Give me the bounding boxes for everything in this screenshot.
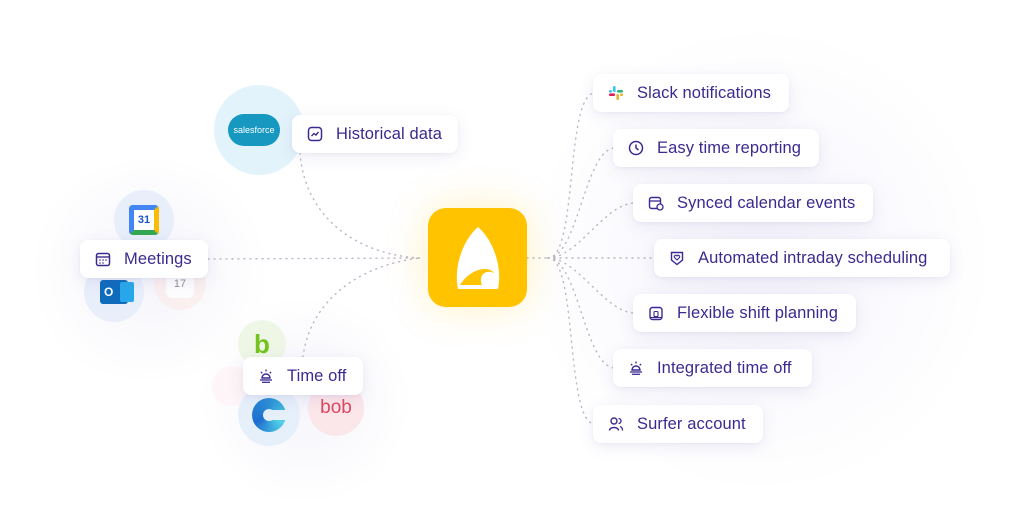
connector-right-2: [547, 147, 616, 259]
shield-heart-icon: [668, 249, 686, 267]
google-calendar-date: 31: [137, 214, 151, 226]
node-label: Surfer account: [637, 414, 746, 433]
node-time-off[interactable]: Time off: [243, 357, 363, 395]
apple-calendar-date: 17: [173, 278, 187, 290]
users-icon: [607, 415, 625, 433]
connector-right-3: [547, 202, 636, 259]
salesforce-icon: salesforce: [228, 114, 280, 146]
node-synced-calendar-events[interactable]: Synced calendar events: [633, 184, 873, 222]
node-label: Time off: [287, 366, 347, 385]
node-meetings[interactable]: Meetings: [80, 240, 208, 278]
node-flexible-shift-planning[interactable]: Flexible shift planning: [633, 294, 856, 332]
sunrise-icon: [627, 359, 645, 377]
surfboard-wave-icon: [456, 226, 499, 289]
node-easy-time-reporting[interactable]: Easy time reporting: [613, 129, 819, 167]
bamboohr-icon: b: [254, 328, 270, 359]
connector-right-6: [547, 257, 616, 369]
node-historical-data[interactable]: Historical data: [292, 115, 458, 153]
node-label: Flexible shift planning: [677, 303, 838, 322]
node-label: Historical data: [335, 124, 442, 143]
chart-icon: [306, 125, 324, 143]
surfer-app-logo: [428, 208, 527, 307]
node-label: Meetings: [124, 249, 192, 268]
node-label: Automated intraday scheduling: [698, 248, 928, 267]
slack-icon: [607, 84, 625, 102]
outlook-letter: O: [104, 285, 114, 299]
node-label: Easy time reporting: [657, 138, 802, 157]
node-integrated-time-off[interactable]: Integrated time off: [613, 349, 812, 387]
salesforce-text: salesforce: [233, 125, 275, 135]
connector-time-off: [302, 257, 421, 358]
personio-icon: [252, 398, 288, 432]
google-calendar-icon: 31: [129, 205, 159, 235]
node-surfer-account[interactable]: Surfer account: [593, 405, 763, 443]
node-label: Synced calendar events: [677, 193, 856, 212]
sunrise-icon: [257, 367, 275, 385]
hibob-icon: bob: [320, 397, 352, 418]
calendar-sync-icon: [647, 194, 665, 212]
outlook-icon: O: [100, 280, 134, 304]
connector-right-5: [547, 257, 636, 314]
connector-meetings: [207, 257, 421, 260]
node-automated-intraday-scheduling[interactable]: Automated intraday scheduling: [654, 239, 950, 277]
shift-calendar-icon: [647, 304, 665, 322]
clock-icon: [627, 139, 645, 157]
node-slack-notifications[interactable]: Slack notifications: [593, 74, 789, 112]
salesforce-logo-circle: salesforce: [214, 85, 304, 175]
connector-historical-data: [299, 152, 421, 259]
node-label: Slack notifications: [637, 83, 771, 102]
calendar-icon: [94, 250, 112, 268]
node-label: Integrated time off: [657, 358, 792, 377]
